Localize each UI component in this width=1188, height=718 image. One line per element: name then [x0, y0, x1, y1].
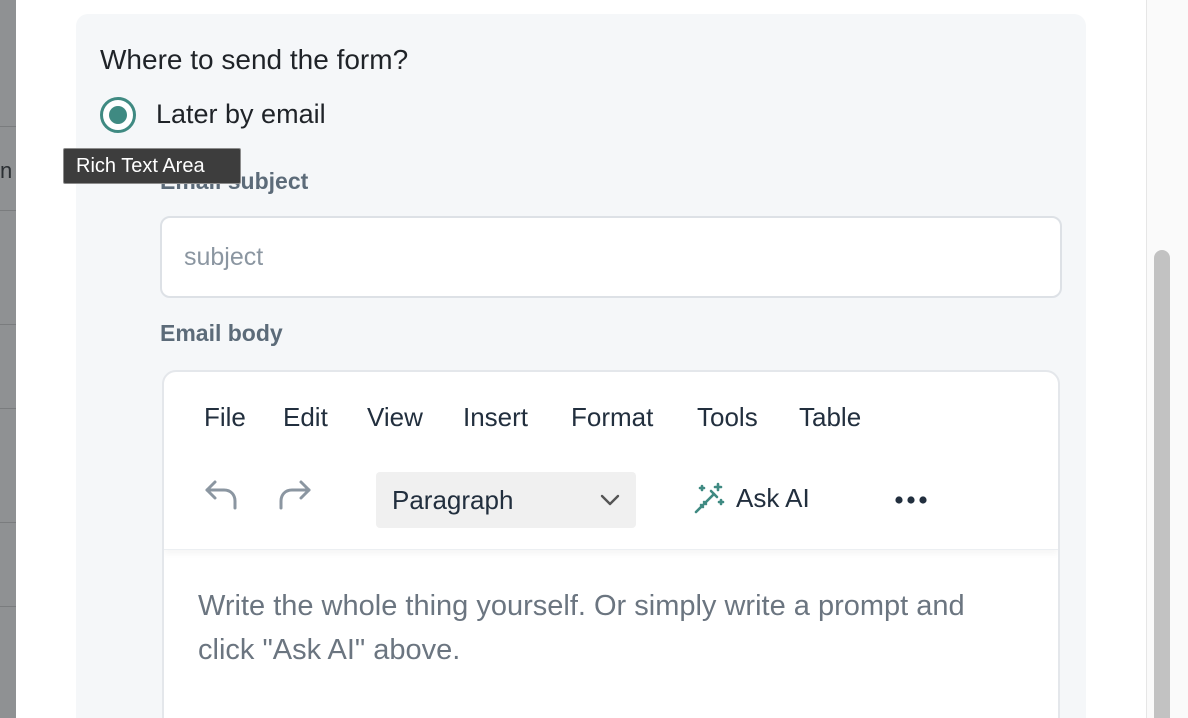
later-by-email-label[interactable]: Later by email [156, 99, 326, 130]
menu-file[interactable]: File [204, 402, 246, 433]
backdrop-divider [0, 408, 16, 409]
scrollbar-thumb[interactable] [1154, 250, 1170, 718]
rich-text-area-tooltip: Rich Text Area [63, 148, 241, 184]
email-subject-input[interactable] [160, 216, 1062, 298]
redo-icon[interactable] [274, 474, 314, 514]
magic-wand-icon [692, 482, 726, 516]
menu-tools[interactable]: Tools [697, 402, 758, 433]
menu-format[interactable]: Format [571, 402, 653, 433]
modal-backdrop: n [0, 0, 16, 718]
send-question-heading: Where to send the form? [100, 44, 409, 75]
block-format-value: Paragraph [392, 485, 514, 515]
menu-insert[interactable]: Insert [463, 402, 528, 433]
menu-view[interactable]: View [367, 402, 423, 433]
email-body-label: Email body [160, 320, 283, 346]
editor-content-area[interactable]: Write the whole thing yourself. Or simpl… [198, 584, 1028, 672]
backdrop-divider [0, 606, 16, 607]
block-format-select[interactable]: Paragraph [376, 472, 636, 528]
more-horizontal-icon[interactable] [892, 482, 932, 518]
backdrop-divider [0, 210, 16, 211]
editor-toolbar: Paragraph Ask AI [164, 462, 1058, 550]
menu-table[interactable]: Table [799, 402, 861, 433]
backdrop-divider [0, 522, 16, 523]
later-by-email-radio[interactable] [100, 97, 136, 133]
menu-edit[interactable]: Edit [283, 402, 328, 433]
backdrop-divider [0, 324, 16, 325]
backdrop-divider [0, 126, 16, 127]
undo-icon[interactable] [202, 474, 242, 514]
ask-ai-label: Ask AI [736, 483, 810, 513]
chevron-down-icon [598, 488, 622, 512]
rich-text-editor: File Edit View Insert Format Tools Table… [162, 370, 1060, 718]
backdrop-text-fragment: n [0, 158, 13, 183]
